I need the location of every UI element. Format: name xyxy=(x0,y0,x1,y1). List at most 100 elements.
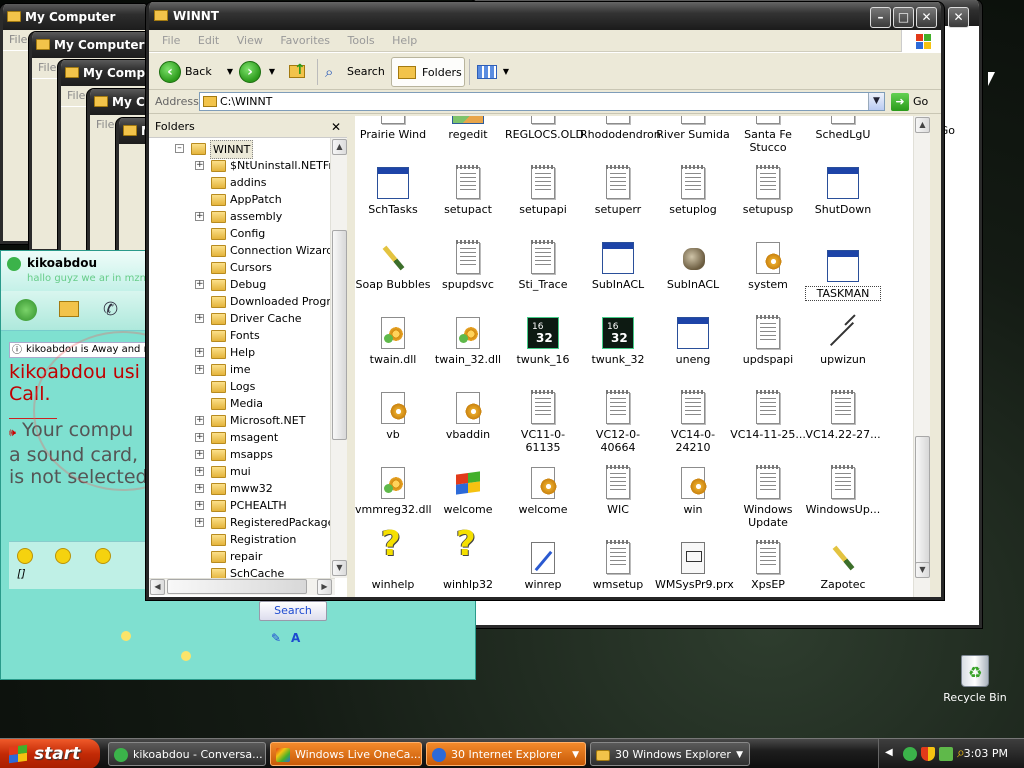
file-item[interactable]: vmmreg32.dll xyxy=(355,467,432,516)
file-item[interactable]: VC12-0-40664 xyxy=(580,390,656,454)
up-folder-button[interactable]: ↑ xyxy=(285,57,311,87)
tree-item[interactable]: + RegisteredPackages xyxy=(149,514,335,531)
file-item[interactable]: SubInACL xyxy=(580,242,656,291)
expand-icon[interactable]: + xyxy=(195,280,204,289)
file-item[interactable]: system xyxy=(730,242,806,291)
tree-item[interactable]: + msagent xyxy=(149,429,335,446)
scroll-up-button[interactable]: ▲ xyxy=(332,139,347,155)
tree-item[interactable]: + Help xyxy=(149,344,335,361)
winnt-explorer-window[interactable]: WINNT – □ ✕ File Edit View Favorites Too… xyxy=(146,2,944,600)
file-item[interactable]: VC14-0-24210 xyxy=(655,390,731,454)
file-item[interactable]: Prairie Wind xyxy=(355,116,431,141)
send-files-icon[interactable] xyxy=(59,301,79,317)
recycle-bin[interactable]: Recycle Bin xyxy=(940,655,1010,704)
menu-item-tools[interactable]: Tools xyxy=(341,30,382,52)
minimize-button[interactable]: – xyxy=(870,7,891,28)
expand-icon[interactable]: + xyxy=(195,416,204,425)
file-item[interactable]: WMSysPr9.prx xyxy=(655,542,734,591)
back-button[interactable]: ‹ Back ▼ xyxy=(157,57,233,87)
expand-icon[interactable]: + xyxy=(195,518,204,527)
scroll-up-button[interactable]: ▲ xyxy=(915,117,930,133)
taskbar-button-onecare[interactable]: Windows Live OneCa... xyxy=(270,742,422,766)
tree-item[interactable]: + Driver Cache xyxy=(149,310,335,327)
tree-item[interactable]: Fonts xyxy=(149,327,335,344)
start-button[interactable]: start xyxy=(0,739,100,768)
expand-icon[interactable]: + xyxy=(195,450,204,459)
tree-item[interactable]: + Microsoft.NET xyxy=(149,412,335,429)
menu-item-help[interactable]: Help xyxy=(385,30,424,52)
file-item[interactable]: win xyxy=(655,467,731,516)
file-item[interactable]: upwizun xyxy=(805,317,881,366)
file-item[interactable]: twain_32.dll xyxy=(430,317,506,366)
expand-icon[interactable]: + xyxy=(195,161,204,170)
close-icon[interactable]: ✕ xyxy=(331,116,341,138)
search-button[interactable]: ⌕ Search xyxy=(323,57,385,87)
tree-item[interactable]: Registration xyxy=(149,531,335,548)
window-title-bar[interactable]: My Computer xyxy=(32,32,151,58)
tree-item[interactable]: Connection Wizard xyxy=(149,242,335,259)
tree-item[interactable]: AppPatch xyxy=(149,191,335,208)
expand-icon[interactable]: + xyxy=(195,433,204,442)
forward-button[interactable]: › ▼ xyxy=(237,57,277,87)
taskbar-button-windows-explorer[interactable]: 30 Windows Explorer ▼ xyxy=(590,742,750,766)
invite-contact-icon[interactable] xyxy=(15,299,37,321)
file-item[interactable]: TASKMAN xyxy=(805,250,881,301)
tree-item[interactable]: Media xyxy=(149,395,335,412)
expand-icon[interactable]: + xyxy=(195,348,204,357)
expand-icon[interactable]: + xyxy=(195,484,204,493)
tree-item[interactable]: repair xyxy=(149,548,335,565)
menu-item-favorites[interactable]: Favorites xyxy=(273,30,337,52)
expand-icon[interactable]: + xyxy=(195,365,204,374)
file-item[interactable]: welcome xyxy=(430,467,506,516)
file-item[interactable]: Zapotec xyxy=(805,542,881,591)
folder-tree-vertical-scrollbar[interactable]: ▲ ▼ xyxy=(330,138,347,578)
expand-icon[interactable]: + xyxy=(195,501,204,510)
file-item[interactable]: Soap Bubbles xyxy=(355,242,431,291)
wink-icon[interactable] xyxy=(55,548,71,564)
tree-item[interactable]: + Debug xyxy=(149,276,335,293)
window-title-bar[interactable]: My Computer xyxy=(90,89,151,115)
file-item[interactable]: REGLOCS.OLD xyxy=(505,116,584,141)
scroll-down-button[interactable]: ▼ xyxy=(332,560,347,576)
file-item[interactable]: uneng xyxy=(655,317,731,366)
tree-item[interactable]: + mui xyxy=(149,463,335,480)
file-item[interactable]: XpsEP xyxy=(730,540,806,591)
file-view-vertical-scrollbar[interactable]: ▲ ▼ xyxy=(913,116,930,597)
go-button[interactable]: ➜ Go xyxy=(891,92,937,112)
file-item[interactable]: Sti_Trace xyxy=(505,240,581,291)
window-title-bar[interactable]: My Computer xyxy=(61,60,151,86)
search-button[interactable]: Search xyxy=(259,601,327,621)
file-item[interactable]: twunk_32 xyxy=(580,317,656,366)
scroll-left-button[interactable]: ◀ xyxy=(150,579,165,595)
close-button[interactable]: ✕ xyxy=(948,7,969,28)
file-item[interactable]: vbaddin xyxy=(430,392,506,441)
views-button[interactable]: ▼ xyxy=(475,57,509,87)
expand-icon[interactable]: + xyxy=(195,314,204,323)
file-item[interactable]: twain.dll xyxy=(355,317,431,366)
file-item[interactable]: setuperr xyxy=(580,165,656,216)
tree-item[interactable]: Config xyxy=(149,225,335,242)
file-item[interactable]: VC14-11-25... xyxy=(730,390,806,441)
file-item[interactable]: winrep xyxy=(505,542,581,591)
tree-item[interactable]: + mww32 xyxy=(149,480,335,497)
window-title-bar[interactable]: WINNT – □ ✕ xyxy=(149,2,941,30)
tree-item[interactable]: + assembly xyxy=(149,208,335,225)
tree-item[interactable]: Cursors xyxy=(149,259,335,276)
emoticon-icon[interactable] xyxy=(17,548,33,564)
tree-item[interactable]: + PCHEALTH xyxy=(149,497,335,514)
tree-item[interactable]: + ime xyxy=(149,361,335,378)
network-icon[interactable] xyxy=(939,747,953,761)
taskbar-button-internet-explorer[interactable]: 30 Internet Explorer ▼ xyxy=(426,742,586,766)
message-input[interactable]: [] xyxy=(9,563,153,623)
scrollbar-thumb[interactable] xyxy=(332,230,347,440)
address-dropdown-button[interactable]: ▼ xyxy=(868,93,884,110)
tree-item-winnt[interactable]: – WINNT xyxy=(149,140,335,159)
window-title-bar[interactable]: My Computer xyxy=(3,4,147,30)
tree-item[interactable]: SchCache xyxy=(149,565,335,578)
pen-icon[interactable]: ✎ xyxy=(271,631,281,645)
tree-item[interactable]: Logs xyxy=(149,378,335,395)
scrollbar-thumb[interactable] xyxy=(167,579,307,594)
file-item[interactable]: SubInACL xyxy=(655,242,731,291)
file-item[interactable]: WindowsUp... xyxy=(805,465,881,516)
file-item[interactable]: setupact xyxy=(430,165,506,216)
